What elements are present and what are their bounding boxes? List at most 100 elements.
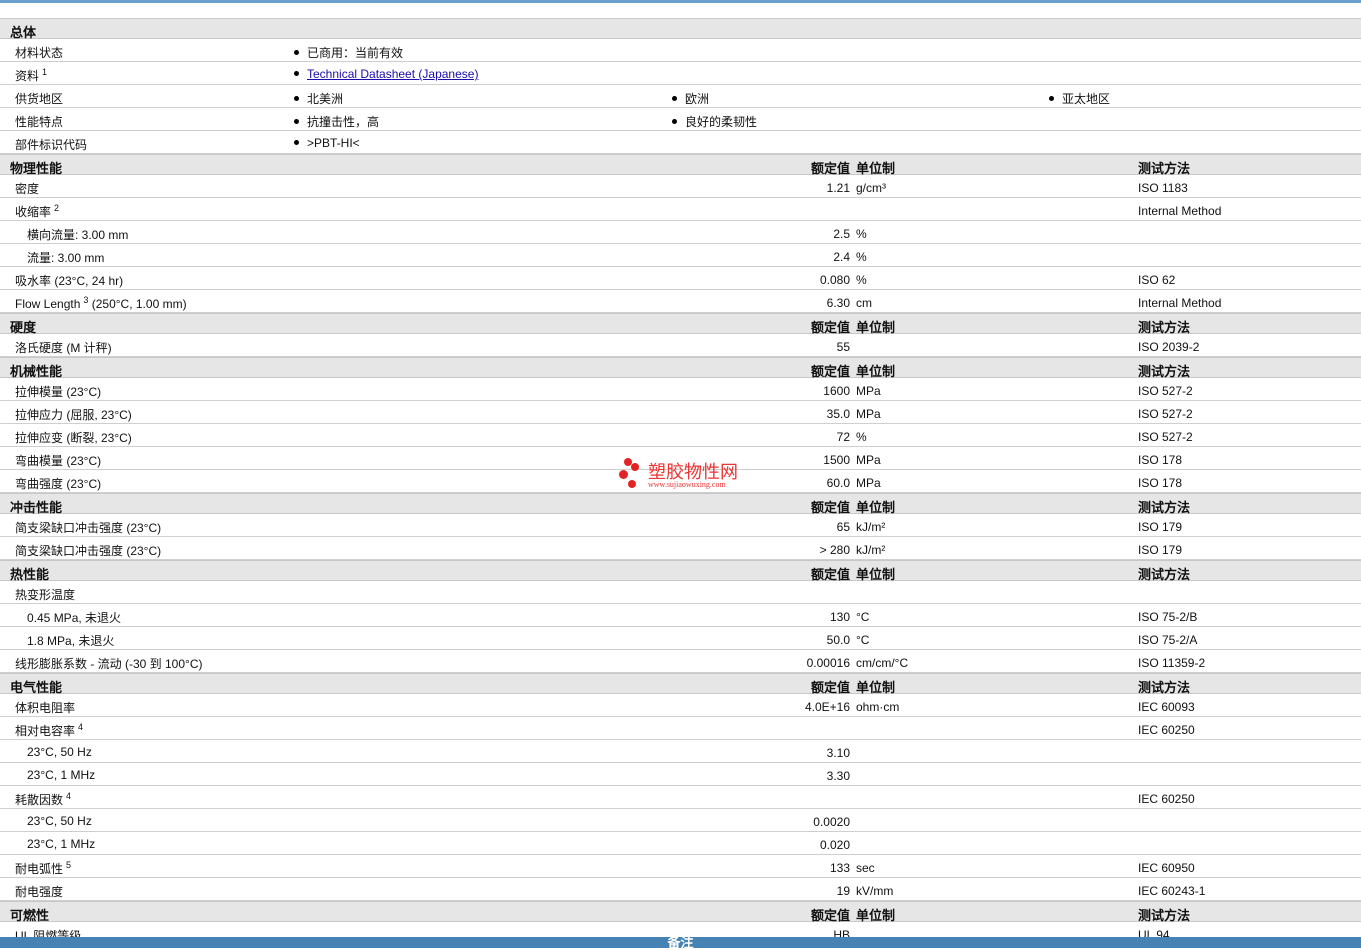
footnote-ref[interactable]: 4 [78,722,83,732]
property-row: 线形膨胀系数 - 流动 (-30 到 100°C) 0.00016 cm/cm/°C… [0,650,1361,673]
footnote-ref[interactable]: 3 [83,295,88,305]
section-header: 可燃性 额定值 单位制 测试方法 [0,901,1361,923]
property-row: 耗散因数 4 IEC 60250 [0,786,1361,809]
property-unit: kJ/m² [856,543,886,557]
property-value: 0.020 [819,838,850,852]
row-label: 供货地区 [15,90,63,107]
test-method: ISO 2039-2 [1138,340,1200,354]
property-label: 23°C, 1 MHz [27,768,95,782]
info-item: >PBT-HI< [294,136,360,150]
label-text: 密度 [15,182,40,196]
property-value: 3.30 [826,769,850,783]
info-item: 良好的柔韧性 [672,113,757,130]
bullet-icon [294,140,299,145]
property-row: 横向流量: 3.00 mm 2.5% [0,221,1361,244]
property-unit: °C [856,633,870,647]
property-label: 体积电阻率 [15,699,75,716]
footnote-ref[interactable]: 2 [54,203,59,213]
label-text: 收缩率 [15,205,52,219]
property-label: 拉伸模量 (23°C) [15,383,101,400]
property-unit: MPa [856,384,881,398]
property-row: 23°C, 1 MHz 0.020 [0,832,1361,855]
property-row: 体积电阻率 4.0E+16 ohm·cm IEC 60093 [0,694,1361,717]
property-value: 1500 [823,453,850,467]
property-row: 23°C, 50 Hz 3.10 [0,740,1361,763]
label-text: 资料 [15,69,40,83]
watermark-url: www.sujiaowuxing.com [648,480,726,489]
label-text: 耐电强度 [15,885,64,899]
label-text: 拉伸应力 (屈服, 23°C) [15,408,132,422]
info-text: 已商用：当前有效 [307,46,404,60]
property-value: 55 [836,340,850,354]
property-unit: MPa [856,476,881,490]
label-text: 相对电容率 [15,724,76,738]
property-row: 23°C, 50 Hz 0.0020 [0,809,1361,832]
property-value: 1600 [823,384,850,398]
property-label: 简支梁缺口冲击强度 (23°C) [15,542,161,559]
label-text: 体积电阻率 [15,701,76,715]
property-unit: % [856,250,867,264]
label-text: 23°C, 50 Hz [27,814,92,828]
label-text: Flow Length [15,297,81,311]
test-method: IEC 60250 [1138,792,1195,806]
footnote-ref[interactable]: 1 [42,67,47,77]
test-method: ISO 75-2/B [1138,610,1198,624]
footnote-ref[interactable]: 4 [66,791,71,801]
property-label: 密度 [15,180,39,197]
info-row: 资料 1 Technical Datasheet (Japanese) [0,62,1361,85]
label-text: 洛氏硬度 (M 计秤) [15,341,112,355]
info-text: 良好的柔韧性 [685,115,758,129]
section-header: 机械性能 额定值 单位制 测试方法 [0,357,1361,379]
property-label: 流量: 3.00 mm [27,249,104,266]
label-text: 弯曲强度 (23°C) [15,477,102,491]
property-unit: % [856,430,867,444]
bullet-icon [1049,96,1054,101]
test-method: ISO 11359-2 [1138,656,1206,670]
label-condition: (250°C, 1.00 mm) [91,297,187,311]
row-label: 材料状态 [15,44,63,61]
property-label: 吸水率 (23°C, 24 hr) [15,272,123,289]
property-label: 相对电容率 4 [15,722,83,739]
test-method: IEC 60093 [1138,700,1195,714]
label-text: 耗散因数 [15,793,64,807]
test-method: IEC 60950 [1138,861,1195,875]
property-row: 相对电容率 4 IEC 60250 [0,717,1361,740]
row-label: 部件标识代码 [15,136,87,153]
property-row: 拉伸模量 (23°C) 1600 MPa ISO 527-2 [0,378,1361,401]
label-text: 23°C, 1 MHz [27,768,96,782]
row-label: 性能特点 [15,113,63,130]
label-text: 简支梁缺口冲击强度 (23°C) [15,521,162,535]
section-header: 硬度 额定值 单位制 测试方法 [0,313,1361,335]
property-value: 35.0 [826,407,850,421]
property-label: 热变形温度 [15,586,75,603]
property-label: 弯曲模量 (23°C) [15,452,101,469]
property-unit: kJ/m² [856,520,886,534]
property-label: 23°C, 50 Hz [27,814,92,828]
test-method: ISO 62 [1138,273,1176,287]
info-row: 供货地区 北美洲 欧洲 亚太地区 [0,85,1361,108]
property-row: 吸水率 (23°C, 24 hr) 0.080% ISO 62 [0,267,1361,290]
test-method: ISO 179 [1138,520,1183,534]
datasheet-link[interactable]: Technical Datasheet (Japanese) [307,67,478,81]
label-text: 23°C, 50 Hz [27,745,92,759]
property-unit: sec [856,861,875,875]
label-text: 横向流量: 3.00 mm [27,228,129,242]
info-item: Technical Datasheet (Japanese) [294,67,478,81]
property-label: 耐电弧性 5 [15,860,71,877]
property-row: 流量: 3.00 mm 2.4% [0,244,1361,267]
info-row: 部件标识代码 >PBT-HI< [0,131,1361,154]
property-label: 洛氏硬度 (M 计秤) [15,339,112,356]
property-value: 72 [836,430,850,444]
info-text: >PBT-HI< [307,136,360,150]
watermark-logo: 塑胶物性网 www.sujiaowuxing.com [617,456,757,492]
property-label: 1.8 MPa, 未退火 [27,632,114,649]
footnote-ref[interactable]: 5 [66,860,71,870]
property-unit: MPa [856,453,881,467]
property-row: 1.8 MPa, 未退火 50.0 °C ISO 75-2/A [0,627,1361,650]
bullet-icon [294,96,299,101]
bullet-icon [672,119,677,124]
bullet-icon [294,50,299,55]
test-method: ISO 178 [1138,453,1183,467]
property-label: 横向流量: 3.00 mm [27,226,128,243]
property-unit: g/cm³ [856,181,886,195]
